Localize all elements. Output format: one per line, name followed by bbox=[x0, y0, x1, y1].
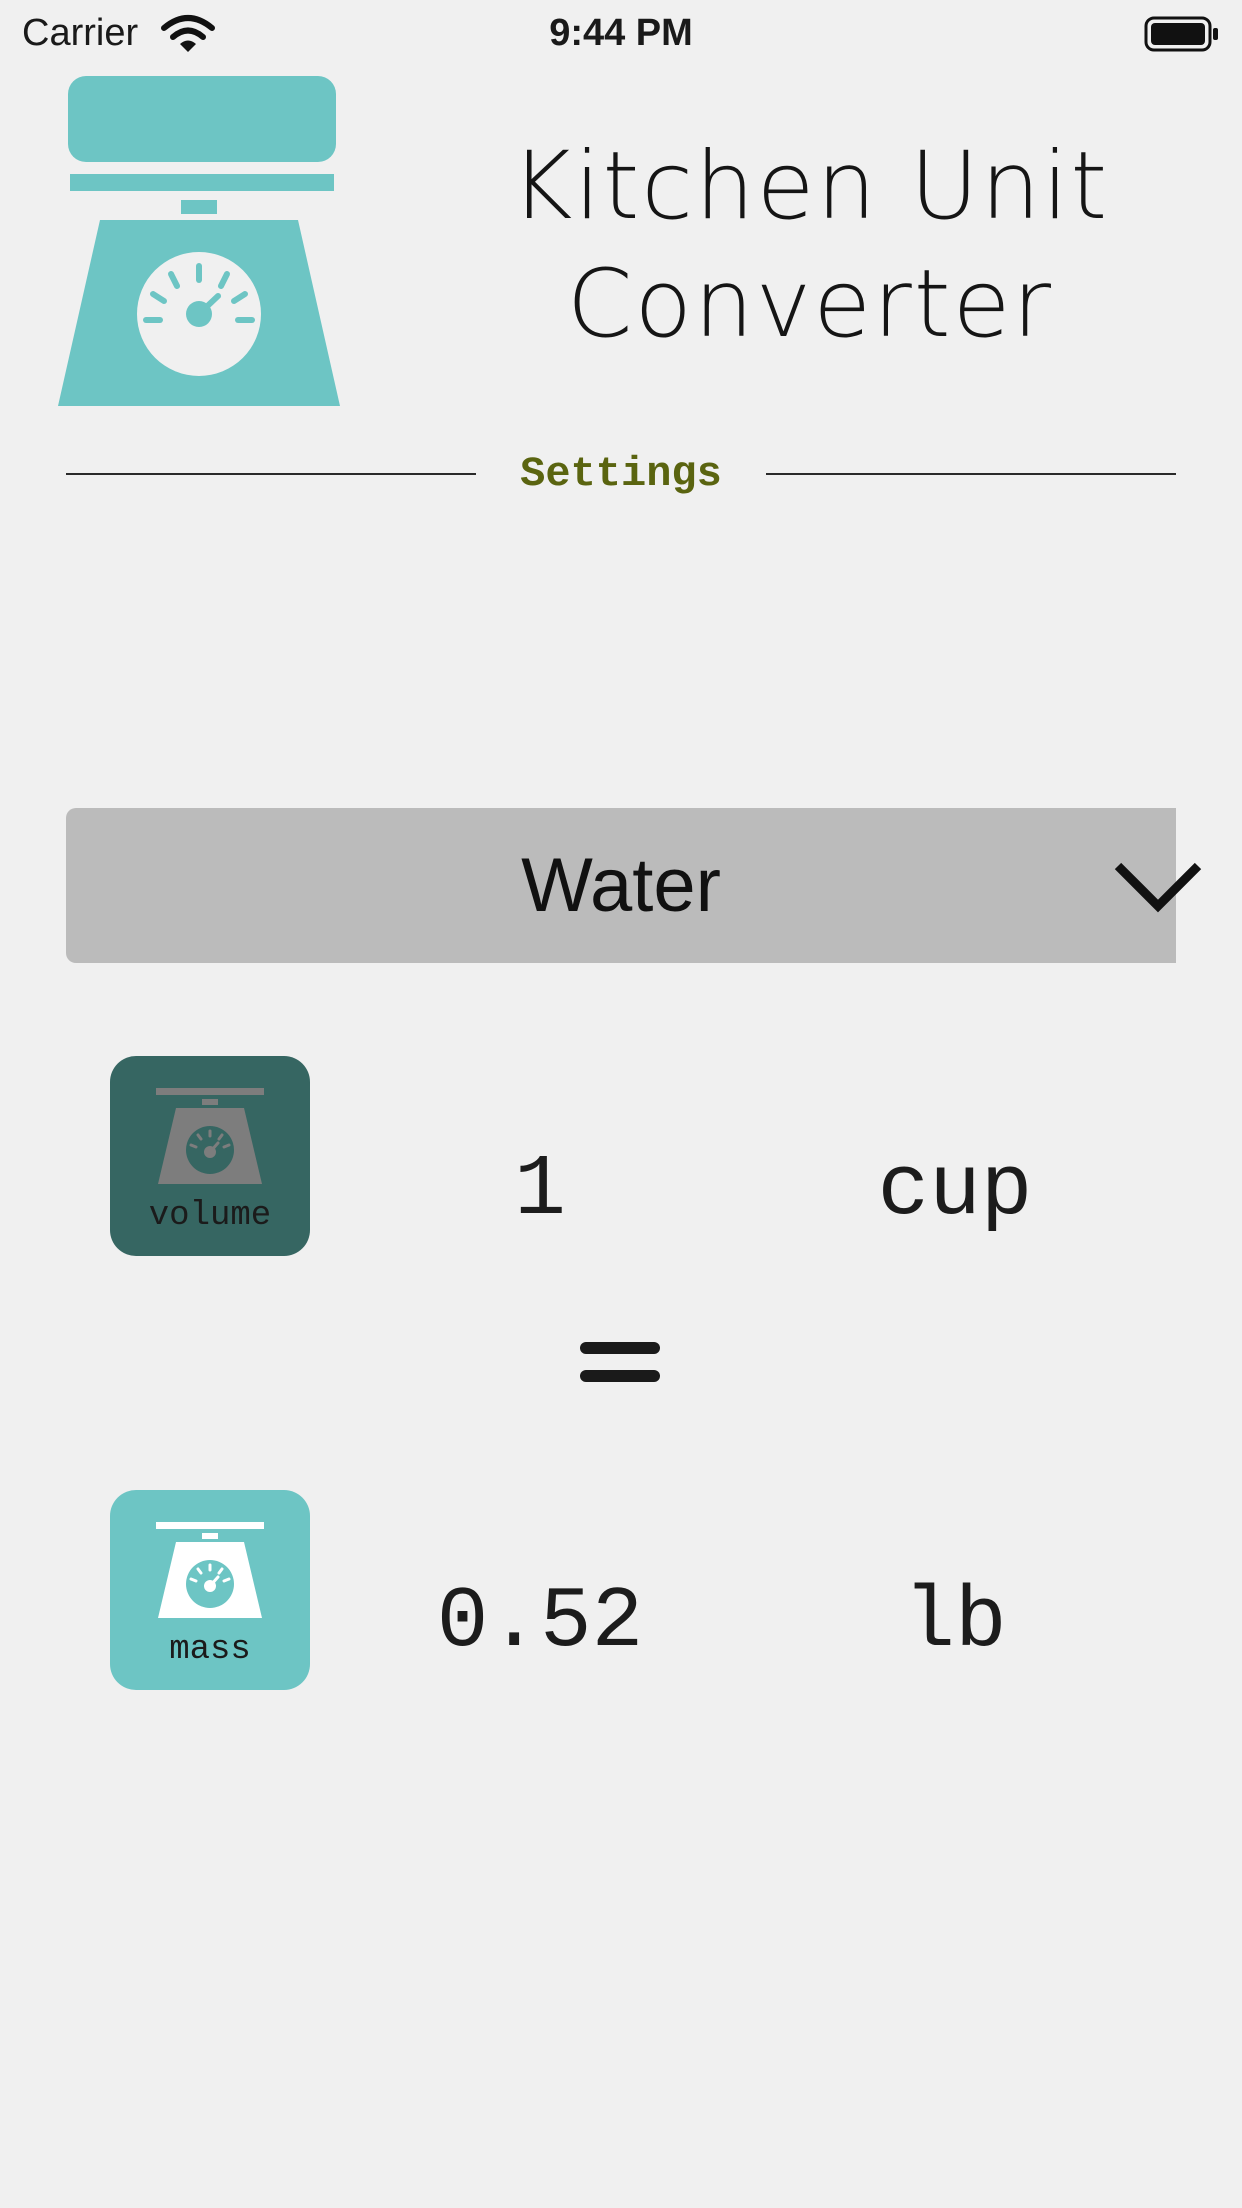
app-title: Kitchen Unit Converter bbox=[500, 128, 1120, 364]
kitchen-scale-icon bbox=[58, 76, 340, 406]
divider-right bbox=[766, 473, 1176, 475]
mass-type-label: mass bbox=[169, 1631, 251, 1669]
equals-icon bbox=[580, 1342, 660, 1382]
app-title-line2: Converter bbox=[566, 250, 1054, 359]
volume-type-button[interactable]: volume bbox=[110, 1056, 310, 1256]
scale-icon bbox=[156, 1088, 264, 1184]
ingredient-selected-value: Water bbox=[521, 843, 721, 928]
divider-left bbox=[66, 473, 476, 475]
output-unit-picker[interactable]: lb bbox=[800, 1572, 1110, 1672]
chevron-down-icon bbox=[1114, 862, 1202, 913]
volume-type-label: volume bbox=[148, 1197, 272, 1235]
wifi-icon bbox=[161, 15, 215, 52]
input-unit-picker[interactable]: cup bbox=[800, 1140, 1110, 1240]
mass-type-button[interactable]: mass bbox=[110, 1490, 310, 1690]
input-value-field[interactable]: 1 bbox=[390, 1140, 690, 1240]
carrier-label: Carrier bbox=[22, 12, 139, 54]
battery-icon bbox=[1144, 16, 1218, 52]
scale-icon bbox=[156, 1522, 264, 1618]
output-value-field[interactable]: 0.52 bbox=[390, 1572, 690, 1672]
ingredient-dropdown[interactable]: Water bbox=[66, 808, 1202, 963]
status-bar: Carrier 9:44 PM bbox=[0, 0, 1242, 66]
app-title-line1: Kitchen Unit bbox=[510, 132, 1110, 241]
settings-button[interactable]: Settings bbox=[480, 448, 762, 500]
